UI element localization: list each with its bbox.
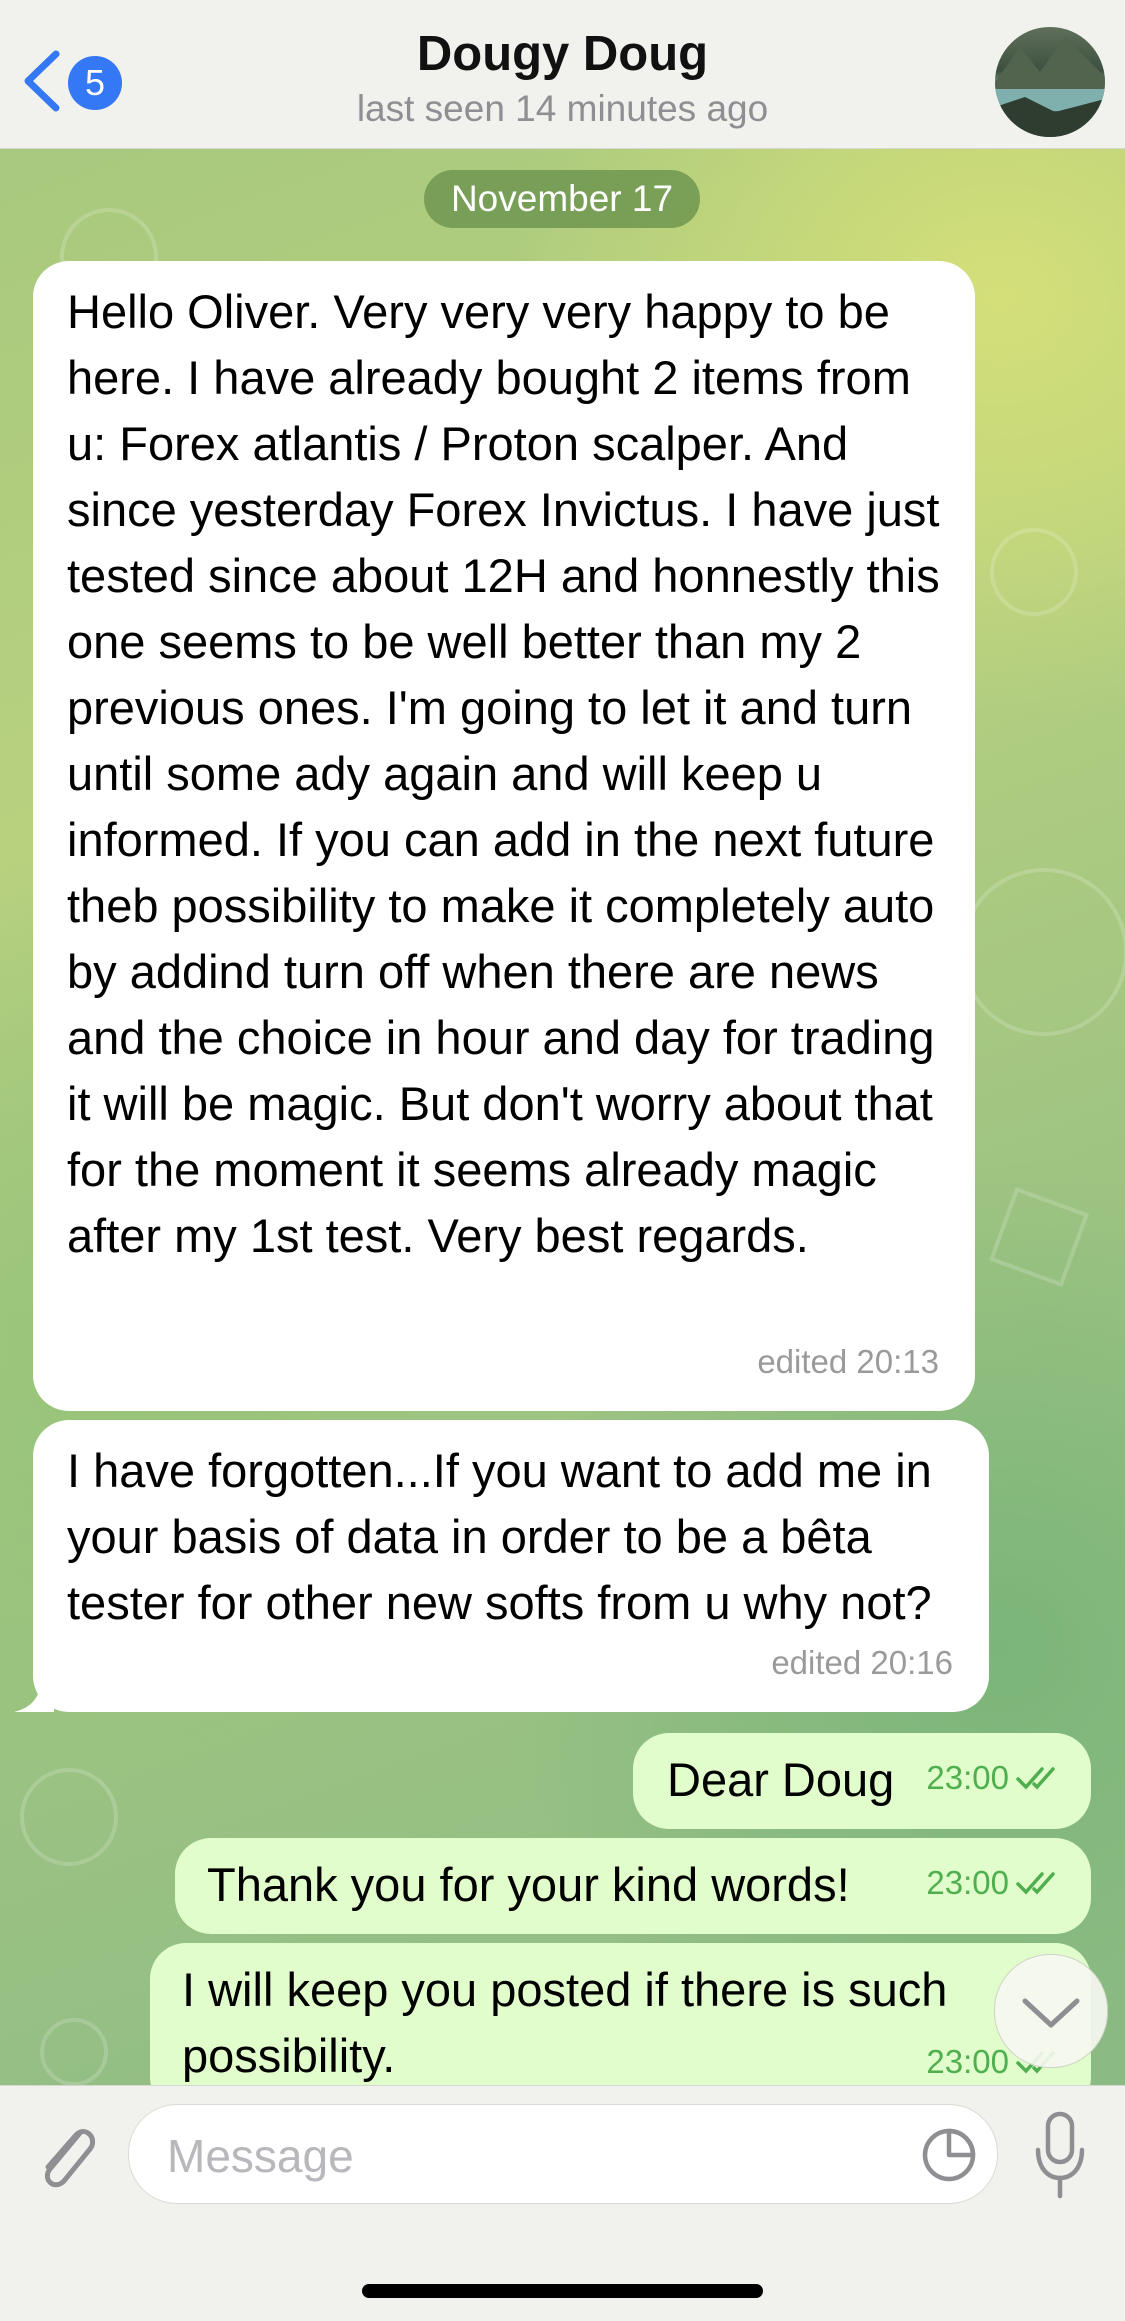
double-check-icon <box>1016 1872 1055 1895</box>
chat-header: 5 Dougy Doug last seen 14 minutes ago <box>0 0 1125 149</box>
doodle-square <box>989 1187 1089 1287</box>
message-meta: 23:00 <box>926 1850 1063 1916</box>
last-seen-status: last seen 14 minutes ago <box>356 88 769 129</box>
doodle-circle <box>20 1768 118 1866</box>
sticker-icon[interactable] <box>919 2125 979 2185</box>
landscape-avatar-icon <box>995 37 1105 137</box>
date-separator: November 17 <box>424 170 700 228</box>
paperclip-icon[interactable] <box>28 2111 102 2201</box>
incoming-message-bubble[interactable]: Hello Oliver. Very very very happy to be… <box>33 261 975 1411</box>
outgoing-message-bubble[interactable]: Dear Doug 23:00 <box>633 1733 1091 1829</box>
message-text: Hello Oliver. Very very very happy to be… <box>67 285 940 1262</box>
message-timestamp: edited 20:13 <box>757 1343 939 1380</box>
home-indicator[interactable] <box>362 2284 763 2298</box>
outgoing-message-bubble[interactable]: Thank you for your kind words! 23:00 <box>175 1838 1091 1934</box>
message-timestamp: 23:00 <box>926 1864 1009 1901</box>
bubble-tail-icon <box>14 1680 54 1712</box>
microphone-icon[interactable] <box>1030 2108 1090 2204</box>
message-timestamp: edited 20:16 <box>771 1644 953 1681</box>
avatar[interactable] <box>995 27 1105 137</box>
message-meta: 23:00 <box>926 1745 1063 1811</box>
incoming-message-bubble[interactable]: I have forgotten...If you want to add me… <box>33 1420 989 1712</box>
chevron-down-icon <box>1022 1998 1080 2028</box>
doodle-circle <box>960 868 1125 1036</box>
doodle-circle <box>40 2018 108 2085</box>
doodle-circle <box>990 528 1078 616</box>
message-input[interactable]: Message <box>128 2104 998 2204</box>
message-placeholder: Message <box>167 2130 354 2182</box>
message-timestamp: 23:00 <box>926 1759 1009 1796</box>
scroll-to-bottom-button[interactable] <box>994 1954 1108 2068</box>
chat-title[interactable]: Dougy Doug <box>0 26 1125 82</box>
message-text: I have forgotten...If you want to add me… <box>67 1444 932 1629</box>
double-check-icon <box>1016 1767 1055 1790</box>
